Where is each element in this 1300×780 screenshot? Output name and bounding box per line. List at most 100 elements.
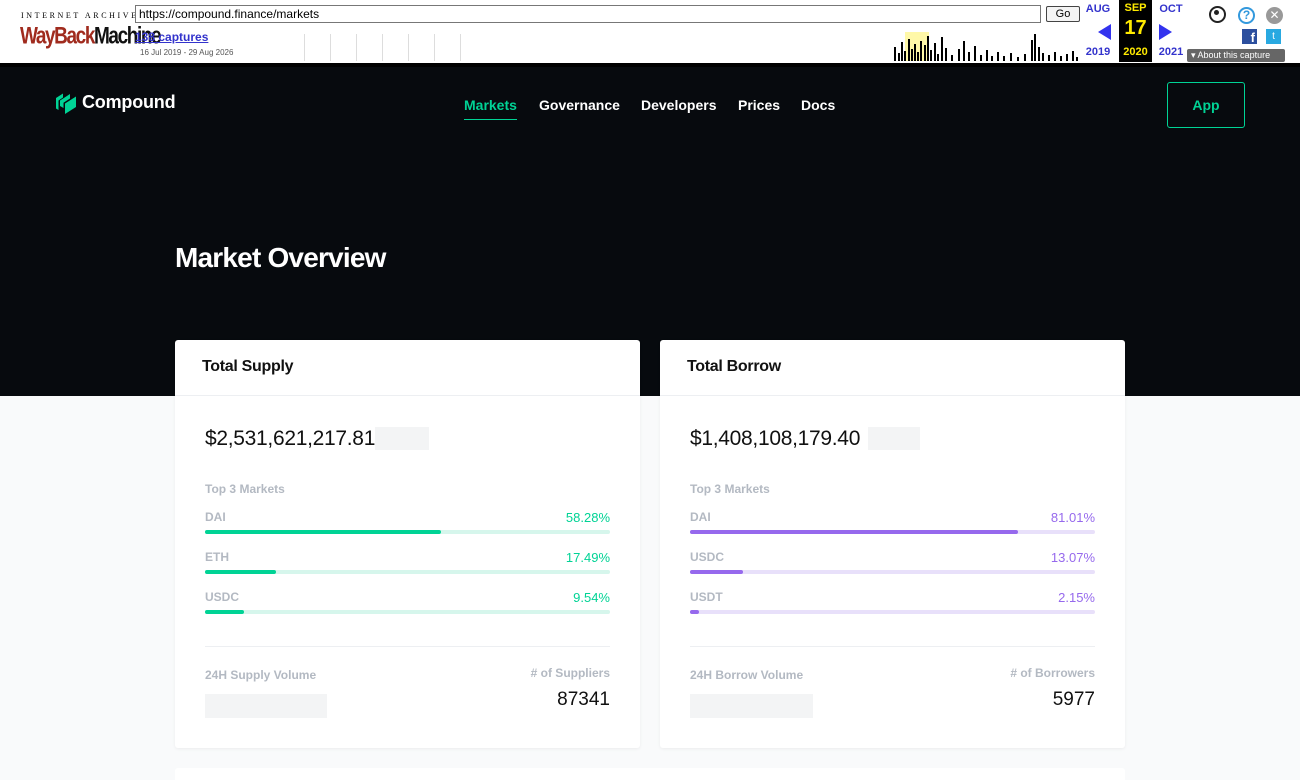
wayback-toolbar: INTERNET ARCHIVE WayBackMachine https://… [0, 0, 1300, 67]
market-percent: 58.28% [565, 510, 610, 525]
volume-label: 24H Borrow Volume [690, 668, 804, 682]
capture-bar [968, 52, 970, 61]
borrowers-count: 5977 [1052, 689, 1095, 710]
wayback-capture-sparkline[interactable] [300, 28, 1078, 61]
capture-bar [1076, 57, 1078, 61]
wayback-logo-top: INTERNET ARCHIVE [21, 11, 139, 20]
facebook-icon[interactable]: f [1242, 29, 1257, 45]
capture-bar [963, 41, 965, 61]
next-card-edge [175, 768, 1125, 780]
market-share-fill [690, 570, 743, 574]
capture-bar [1048, 55, 1050, 61]
market-row[interactable]: DAI 81.01% [690, 510, 1095, 536]
market-name: DAI [205, 510, 226, 524]
capture-bar [997, 52, 999, 61]
suppliers-label: # of Suppliers [530, 666, 610, 680]
app-button[interactable]: App [1167, 82, 1245, 128]
market-share-bar [205, 530, 610, 534]
nav-markets[interactable]: Markets [464, 97, 517, 120]
next-arrow-icon[interactable] [1159, 24, 1172, 40]
total-borrow-card: Total Borrow $1,408,108,179.40 Top 3 Mar… [660, 340, 1125, 748]
borrowers-label: # of Borrowers [1010, 666, 1095, 680]
capture-bar [937, 54, 939, 61]
top-markets-label: Top 3 Markets [205, 482, 285, 496]
help-icon[interactable]: ? [1238, 7, 1255, 24]
about-capture-button[interactable]: ▾ About this capture [1187, 49, 1285, 62]
capture-bar [991, 56, 993, 61]
wayback-current-year: 2020 [1123, 46, 1148, 58]
market-percent: 9.54% [573, 590, 610, 605]
capture-bar [911, 49, 913, 61]
capture-bar [898, 53, 900, 61]
capture-bar [1017, 57, 1019, 61]
capture-bar [917, 52, 919, 61]
divider [205, 646, 610, 647]
change-placeholder [868, 427, 920, 450]
market-row[interactable]: USDT 2.15% [690, 590, 1095, 616]
market-percent: 17.49% [565, 550, 610, 565]
market-share-fill [205, 570, 276, 574]
capture-bar [1038, 47, 1040, 61]
capture-bar [1042, 53, 1044, 61]
capture-bar [930, 50, 932, 61]
capture-bar [980, 55, 982, 61]
change-placeholder [375, 427, 429, 450]
market-row[interactable]: DAI 58.28% [205, 510, 610, 536]
market-share-bar [690, 610, 1095, 614]
nav-prices[interactable]: Prices [738, 97, 780, 113]
wayback-url-input[interactable]: https://compound.finance/markets [135, 5, 1041, 23]
capture-bar [1066, 54, 1068, 61]
market-row[interactable]: USDC 9.54% [205, 590, 610, 616]
wayback-capture-range: 16 Jul 2019 - 29 Aug 2026 [140, 48, 234, 57]
wayback-next-month[interactable]: OCT [1156, 3, 1186, 15]
nav-docs[interactable]: Docs [801, 97, 835, 113]
capture-bar [927, 36, 929, 61]
volume-label: 24H Supply Volume [205, 668, 317, 682]
brand[interactable]: Compound [55, 89, 176, 116]
nav-governance[interactable]: Governance [539, 97, 620, 113]
market-share-bar [690, 530, 1095, 534]
capture-bar [941, 37, 943, 61]
wayback-prev-year[interactable]: 2019 [1083, 46, 1113, 58]
capture-bar [1024, 54, 1026, 61]
prev-arrow-icon[interactable] [1098, 24, 1111, 40]
divider [690, 646, 1095, 647]
market-share-fill [205, 530, 442, 534]
capture-bar [904, 51, 906, 61]
nav-developers[interactable]: Developers [641, 97, 716, 113]
wayback-go-button[interactable]: Go [1046, 6, 1080, 22]
wayback-next-year[interactable]: 2021 [1156, 46, 1186, 58]
top-markets-label: Top 3 Markets [690, 482, 770, 496]
capture-bar [934, 43, 936, 61]
close-icon[interactable]: ✕ [1266, 7, 1283, 24]
wayback-captures-link[interactable]: 138 captures [135, 30, 208, 44]
market-share-bar [205, 610, 610, 614]
wayback-prev-month[interactable]: AUG [1083, 3, 1113, 15]
market-share-fill [205, 610, 244, 614]
capture-bar [914, 44, 916, 61]
market-row[interactable]: USDC 13.07% [690, 550, 1095, 576]
market-percent: 13.07% [1050, 550, 1095, 565]
market-share-bar [690, 570, 1095, 574]
wayback-logo[interactable]: INTERNET ARCHIVE WayBackMachine [8, 6, 162, 54]
total-supply-card: Total Supply $2,531,621,217.81 Top 3 Mar… [175, 340, 640, 748]
capture-bar [958, 49, 960, 61]
market-percent: 81.01% [1050, 510, 1095, 525]
market-name: USDT [690, 590, 723, 604]
brand-name: Compound [82, 92, 176, 112]
capture-bar [945, 48, 947, 61]
capture-bar [1054, 52, 1056, 61]
market-percent: 2.15% [1058, 590, 1095, 605]
capture-bar [974, 46, 976, 61]
user-icon[interactable] [1209, 6, 1226, 23]
capture-bar [986, 50, 988, 61]
capture-bar [924, 45, 926, 61]
card-title: Total Supply [175, 340, 640, 396]
volume-placeholder [690, 694, 813, 718]
capture-bar [908, 39, 910, 61]
capture-bar [951, 55, 953, 61]
market-row[interactable]: ETH 17.49% [205, 550, 610, 576]
twitter-icon[interactable]: t [1266, 29, 1281, 44]
market-name: ETH [205, 550, 229, 564]
about-capture-label: About this capture [1197, 50, 1271, 60]
